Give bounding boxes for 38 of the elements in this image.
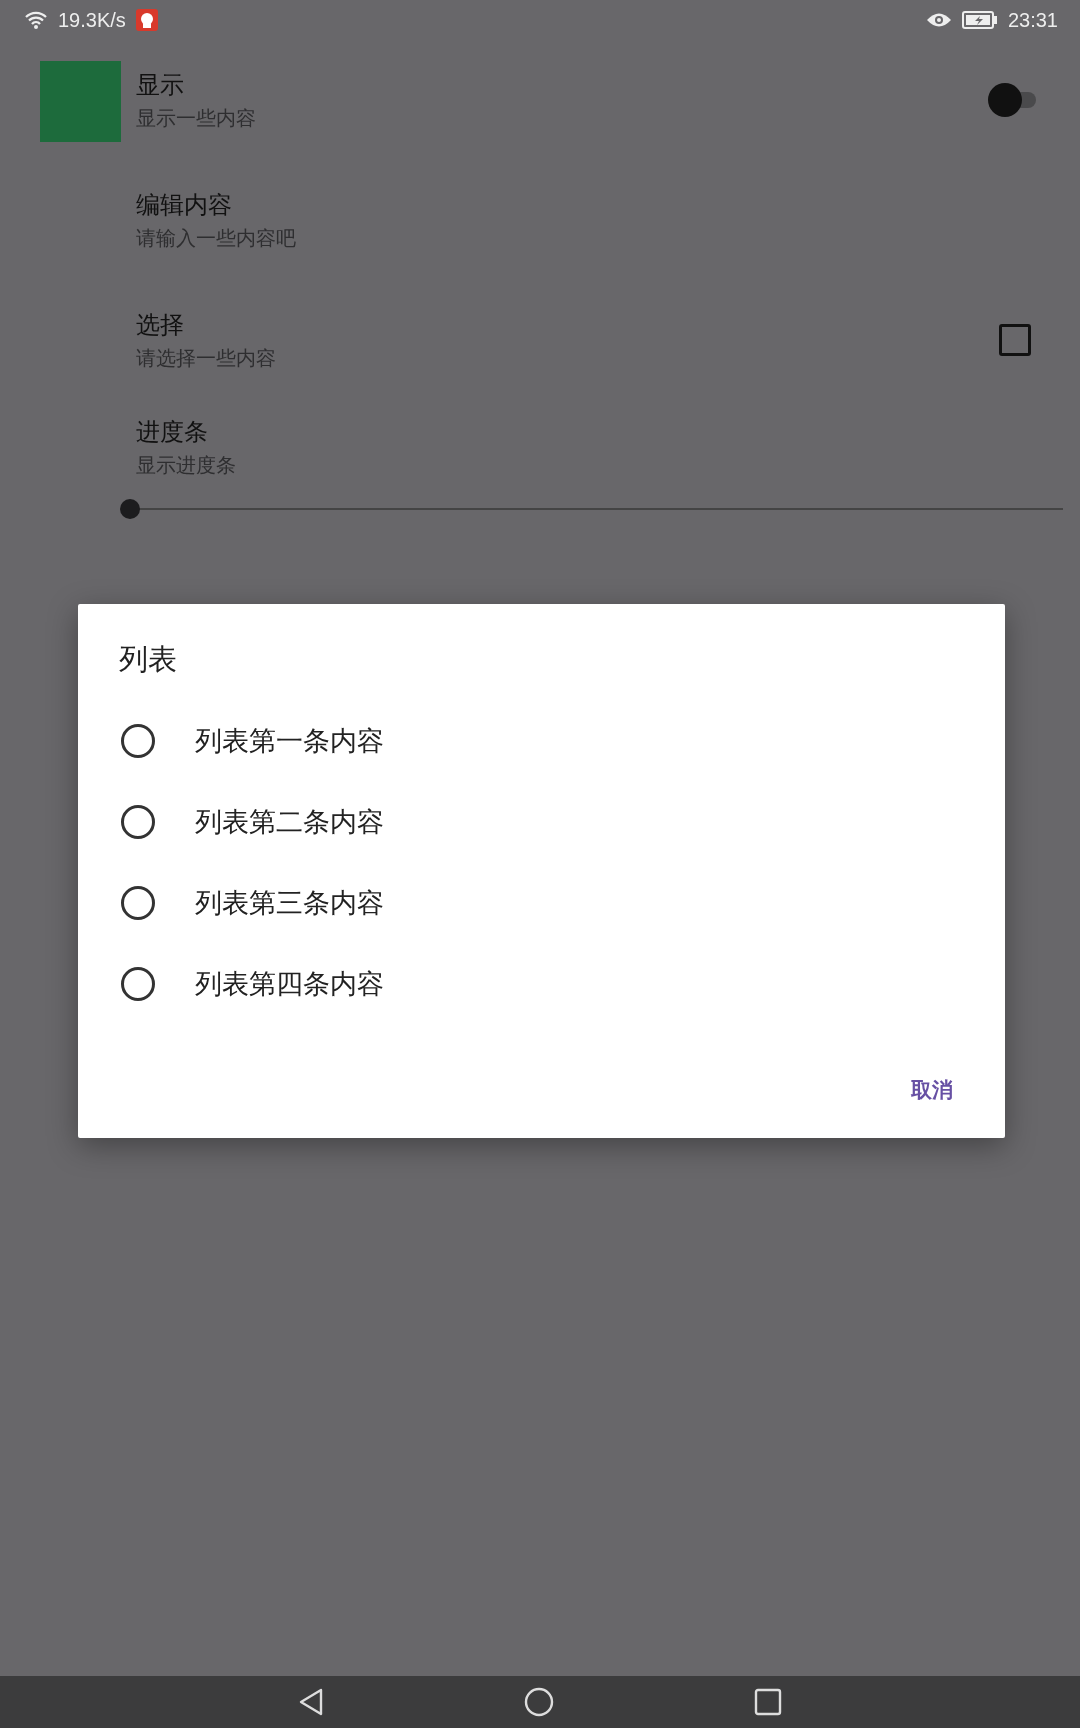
radio-option[interactable]: 列表第一条内容 — [78, 700, 1005, 781]
setting-summary: 显示一些内容 — [136, 104, 256, 132]
setting-summary: 请输入一些内容吧 — [136, 224, 296, 252]
option-label: 列表第一条内容 — [195, 723, 384, 758]
setting-row[interactable]: 显示 显示一些内容 — [0, 40, 1080, 160]
radio-button[interactable] — [121, 885, 155, 920]
option-label: 列表第四条内容 — [195, 966, 384, 1001]
network-speed: 19.3K/s — [58, 8, 126, 32]
setting-title: 编辑内容 — [136, 189, 232, 221]
option-label: 列表第二条内容 — [195, 804, 384, 839]
setting-summary: 显示进度条 — [136, 452, 236, 479]
setting-icon — [40, 61, 121, 142]
recent-apps-icon[interactable] — [754, 1688, 782, 1716]
home-icon[interactable] — [524, 1687, 554, 1717]
radio-button[interactable] — [121, 723, 155, 758]
cancel-button[interactable]: 取消 — [897, 1064, 967, 1116]
radio-button[interactable] — [121, 804, 155, 839]
checkbox[interactable] — [999, 324, 1031, 356]
setting-row[interactable]: 编辑内容 请输入一些内容吧 — [0, 160, 1080, 280]
app-notification-icon — [135, 9, 158, 31]
setting-title: 显示 — [136, 69, 184, 101]
setting-title: 选择 — [136, 309, 184, 341]
setting-row[interactable]: 进度条 显示进度条 — [0, 400, 1080, 541]
dialog-title: 列表 — [118, 641, 178, 678]
radio-option[interactable]: 列表第四条内容 — [78, 943, 1005, 1024]
back-icon[interactable] — [298, 1688, 324, 1716]
setting-summary: 请选择一些内容 — [136, 344, 276, 372]
radio-option[interactable]: 列表第二条内容 — [78, 781, 1005, 862]
option-label: 列表第三条内容 — [195, 885, 384, 920]
slider[interactable] — [120, 497, 1063, 521]
battery-icon — [961, 10, 998, 30]
radio-option[interactable]: 列表第三条内容 — [78, 862, 1005, 943]
setting-row[interactable]: 选择 请选择一些内容 — [0, 280, 1080, 400]
radio-button[interactable] — [121, 966, 155, 1001]
clock: 23:31 — [1007, 8, 1058, 32]
eye-icon — [925, 11, 952, 29]
wifi-icon — [24, 10, 48, 30]
setting-title: 进度条 — [136, 417, 208, 448]
